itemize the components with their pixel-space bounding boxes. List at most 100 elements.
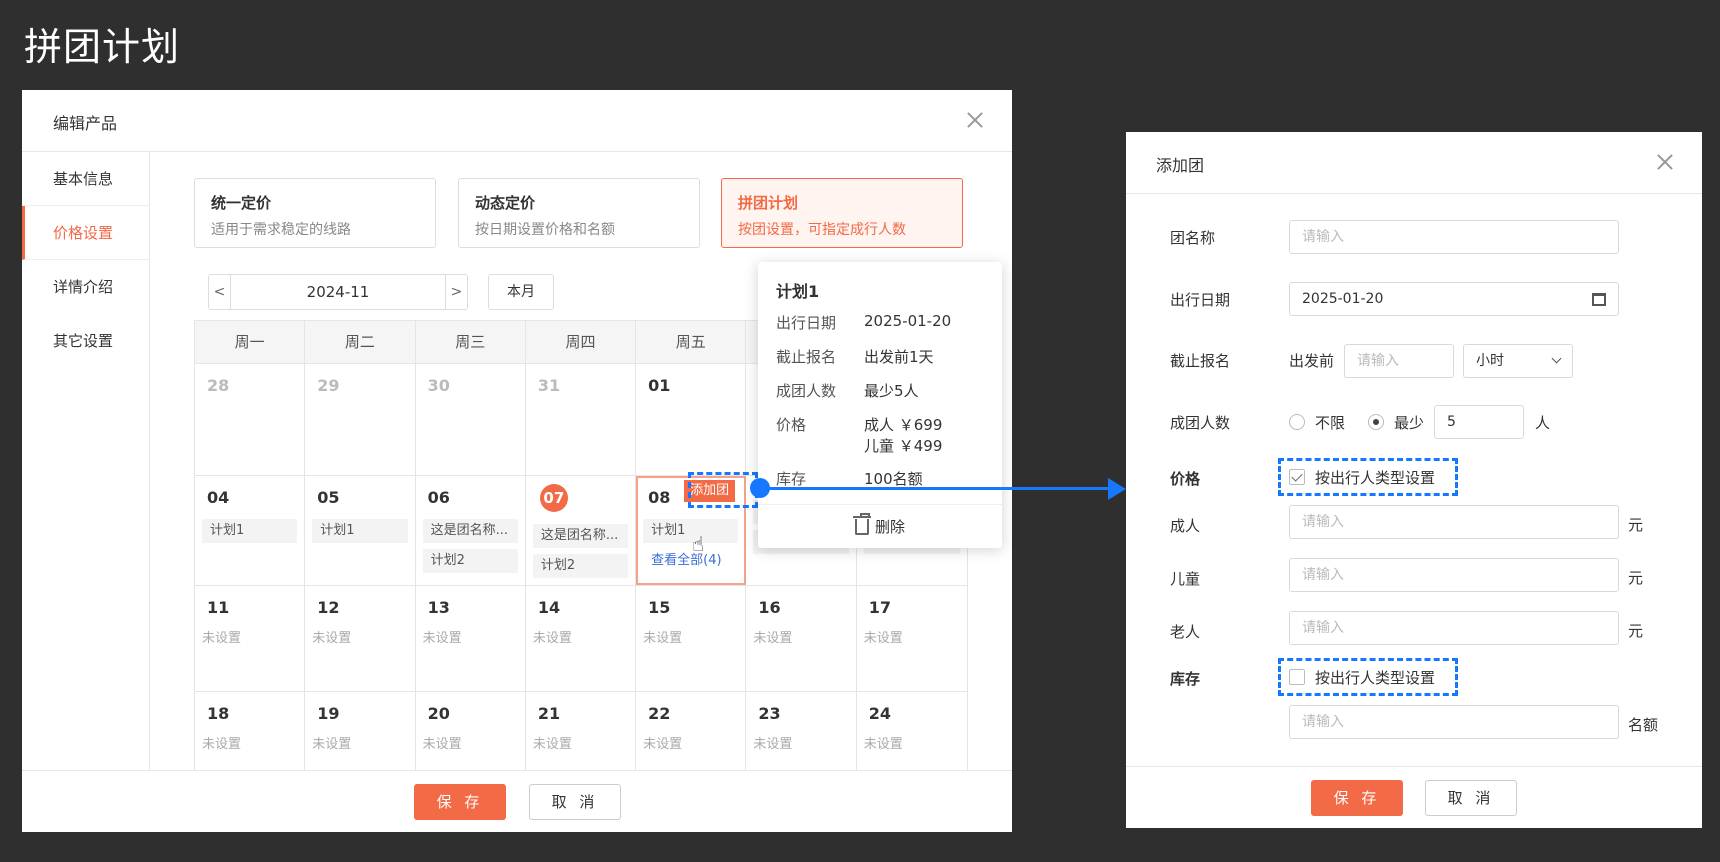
deadline-prefix: 出发前 (1289, 352, 1335, 370)
calendar-day-cell[interactable]: 24 未设置 (857, 692, 967, 770)
min-people-input[interactable]: 5 (1434, 405, 1524, 439)
popover-label: 出行日期 (776, 314, 837, 332)
calendar-day-cell[interactable]: 06 这是团名称... 计划2 (416, 476, 526, 585)
delete-button[interactable]: 删除 (758, 504, 1002, 548)
day-number: 04 (207, 488, 230, 507)
save-button[interactable]: 保 存 (1311, 780, 1403, 816)
weekday-label: 周一 (195, 321, 306, 364)
plan-popover: 计划1 出行日期 2025-01-20 截止报名 出发前1天 成团人数 最少5人… (758, 262, 1002, 548)
nav-item-other-settings[interactable]: 其它设置 (22, 314, 149, 368)
cancel-button[interactable]: 取 消 (1425, 780, 1517, 816)
plan-chip[interactable]: 这是团名称... (422, 519, 518, 543)
senior-price-input[interactable]: 请输入 (1289, 611, 1619, 645)
calendar-day-cell[interactable]: 29 (305, 364, 416, 475)
weekday-label: 周二 (305, 321, 416, 364)
child-price-input[interactable]: 请输入 (1289, 558, 1619, 592)
calendar-day-cell[interactable]: 22 未设置 (636, 692, 747, 770)
popover-title: 计划1 (776, 282, 820, 301)
chevron-left-icon[interactable]: < (209, 275, 231, 309)
weekday-label: 周四 (526, 321, 637, 364)
travel-date-label: 出行日期 (1170, 291, 1231, 309)
calendar-day-cell[interactable]: 07 这是团名称... 计划2 (526, 476, 637, 585)
plan-chip[interactable]: 计划2 (532, 554, 629, 578)
travel-date-value: 2025-01-20 (1302, 291, 1384, 307)
travel-date-input[interactable]: 2025-01-20 (1289, 282, 1619, 316)
save-button[interactable]: 保 存 (414, 784, 506, 820)
highlight-add-group (688, 472, 758, 508)
adult-price-input[interactable]: 请输入 (1289, 505, 1619, 539)
day-number: 11 (207, 598, 230, 617)
calendar-day-cell[interactable]: 05 计划1 (305, 476, 416, 585)
add-group-modal: 添加团 团名称 请输入 出行日期 2025-01-20 截止报名 出发前 请输入… (1126, 132, 1702, 828)
popover-label: 成团人数 (776, 382, 837, 400)
calendar-day-cell[interactable]: 30 (416, 364, 526, 475)
month-picker: < 2024-11 > (208, 274, 468, 310)
day-number: 19 (317, 704, 340, 723)
calendar-day-cell[interactable]: 12 未设置 (305, 586, 416, 691)
calendar-day-cell[interactable]: 01 (636, 364, 747, 475)
view-all-link[interactable]: 查看全部(4) (643, 549, 738, 568)
plan-chip[interactable]: 计划1 (202, 519, 298, 543)
plan-chip[interactable]: 计划2 (422, 549, 518, 573)
calendar-day-cell[interactable]: 23 未设置 (746, 692, 857, 770)
deadline-unit-select[interactable]: 小时 (1463, 344, 1573, 378)
plan-chip[interactable]: 计划1 (643, 519, 739, 543)
modal-title: 添加团 (1156, 156, 1205, 175)
calendar-day-cell[interactable]: 28 (195, 364, 306, 475)
unset-text: 未设置 (863, 737, 903, 752)
calendar-day-cell[interactable]: 20 未设置 (416, 692, 526, 770)
group-name-input[interactable]: 请输入 (1289, 220, 1619, 254)
calendar-day-cell[interactable]: 21 未设置 (526, 692, 637, 770)
this-month-button[interactable]: 本月 (488, 274, 554, 310)
nav-item-basic-info[interactable]: 基本信息 (22, 152, 149, 206)
pricing-card-dynamic[interactable]: 动态定价 按日期设置价格和名额 (458, 178, 700, 248)
radio-unlimited[interactable] (1289, 414, 1305, 430)
unset-text: 未设置 (532, 737, 572, 752)
popover-row-deadline: 截止报名 出发前1天 (776, 346, 934, 367)
day-number: 17 (868, 598, 891, 617)
chevron-right-icon[interactable]: > (445, 275, 467, 309)
month-value[interactable]: 2024-11 (231, 275, 445, 309)
calendar-day-cell[interactable]: 13 未设置 (416, 586, 526, 691)
unset-text: 未设置 (312, 737, 352, 752)
deadline-input[interactable]: 请输入 (1344, 344, 1454, 378)
nav-item-price-settings[interactable]: 价格设置 (22, 206, 149, 260)
calendar-day-cell[interactable]: 14 未设置 (526, 586, 637, 691)
plan-chip[interactable]: 计划1 (312, 519, 408, 543)
popover-label: 价格 (776, 416, 807, 434)
modal-header: 添加团 (1126, 132, 1702, 194)
deadline-unit-value: 小时 (1476, 353, 1504, 369)
adult-price-label: 成人 (1170, 517, 1201, 535)
popover-value: 出发前1天 (864, 348, 934, 366)
day-number: 28 (207, 376, 230, 395)
calendar-day-cell[interactable]: 31 (526, 364, 637, 475)
cancel-button[interactable]: 取 消 (529, 784, 621, 820)
close-icon[interactable] (965, 110, 985, 130)
unset-text: 未设置 (753, 631, 793, 646)
close-icon[interactable] (1655, 152, 1675, 172)
pricing-card-unified[interactable]: 统一定价 适用于需求稳定的线路 (194, 178, 436, 248)
unset-text: 未设置 (643, 737, 683, 752)
nav-item-details[interactable]: 详情介绍 (22, 260, 149, 314)
calendar-day-cell[interactable]: 16 未设置 (746, 586, 857, 691)
day-number: 01 (648, 376, 671, 395)
stock-by-type-checkbox[interactable] (1289, 669, 1305, 685)
day-number: 06 (427, 488, 450, 507)
calendar-day-cell[interactable]: 19 未设置 (305, 692, 416, 770)
radio-minimum[interactable] (1368, 414, 1384, 430)
calendar-day-cell[interactable]: 15 未设置 (636, 586, 747, 691)
day-number: 22 (648, 704, 671, 723)
popover-label: 截止报名 (776, 348, 837, 366)
stock-input[interactable]: 请输入 (1289, 705, 1619, 739)
pricing-card-group-plan[interactable]: 拼团计划 按团设置，可指定成行人数 (721, 178, 963, 248)
day-number: 16 (758, 598, 781, 617)
popover-row-min-people: 成团人数 最少5人 (776, 380, 919, 401)
calendar-day-cell[interactable]: 17 未设置 (857, 586, 967, 691)
calendar-day-cell[interactable]: 18 未设置 (195, 692, 306, 770)
min-people-label: 成团人数 (1170, 414, 1231, 432)
plan-chip[interactable]: 这是团名称... (532, 524, 629, 548)
calendar-day-cell[interactable]: 04 计划1 (195, 476, 306, 585)
price-by-type-checkbox[interactable] (1289, 469, 1305, 485)
calendar-day-cell[interactable]: 11 未设置 (195, 586, 306, 691)
unset-text: 未设置 (753, 737, 793, 752)
